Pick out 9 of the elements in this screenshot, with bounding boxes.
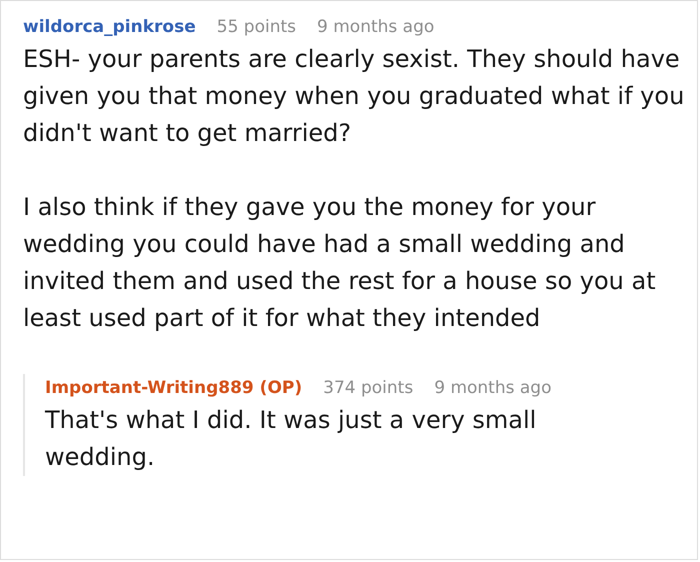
username-link[interactable]: Important-Writing889 (OP) <box>45 378 302 398</box>
points-count: 55 points <box>216 17 296 37</box>
comment-text: I also think if they gave you the money for your wedding you could have had a small wedding and invited them and used the rest for a house so you at least used part of it for what they intended <box>23 192 657 334</box>
comment-text: ESH- your parents are clearly sexist. They should have given you that money when you graduated what if you didn't want to get married? <box>23 44 686 149</box>
comment-text: That's what I did. It was just a very small wedding. <box>45 405 538 473</box>
points-count: 374 points <box>323 378 414 398</box>
timestamp: 9 months ago <box>317 17 434 37</box>
username-link[interactable]: wildorca_pinkrose <box>23 17 196 37</box>
timestamp: 9 months ago <box>434 378 552 398</box>
